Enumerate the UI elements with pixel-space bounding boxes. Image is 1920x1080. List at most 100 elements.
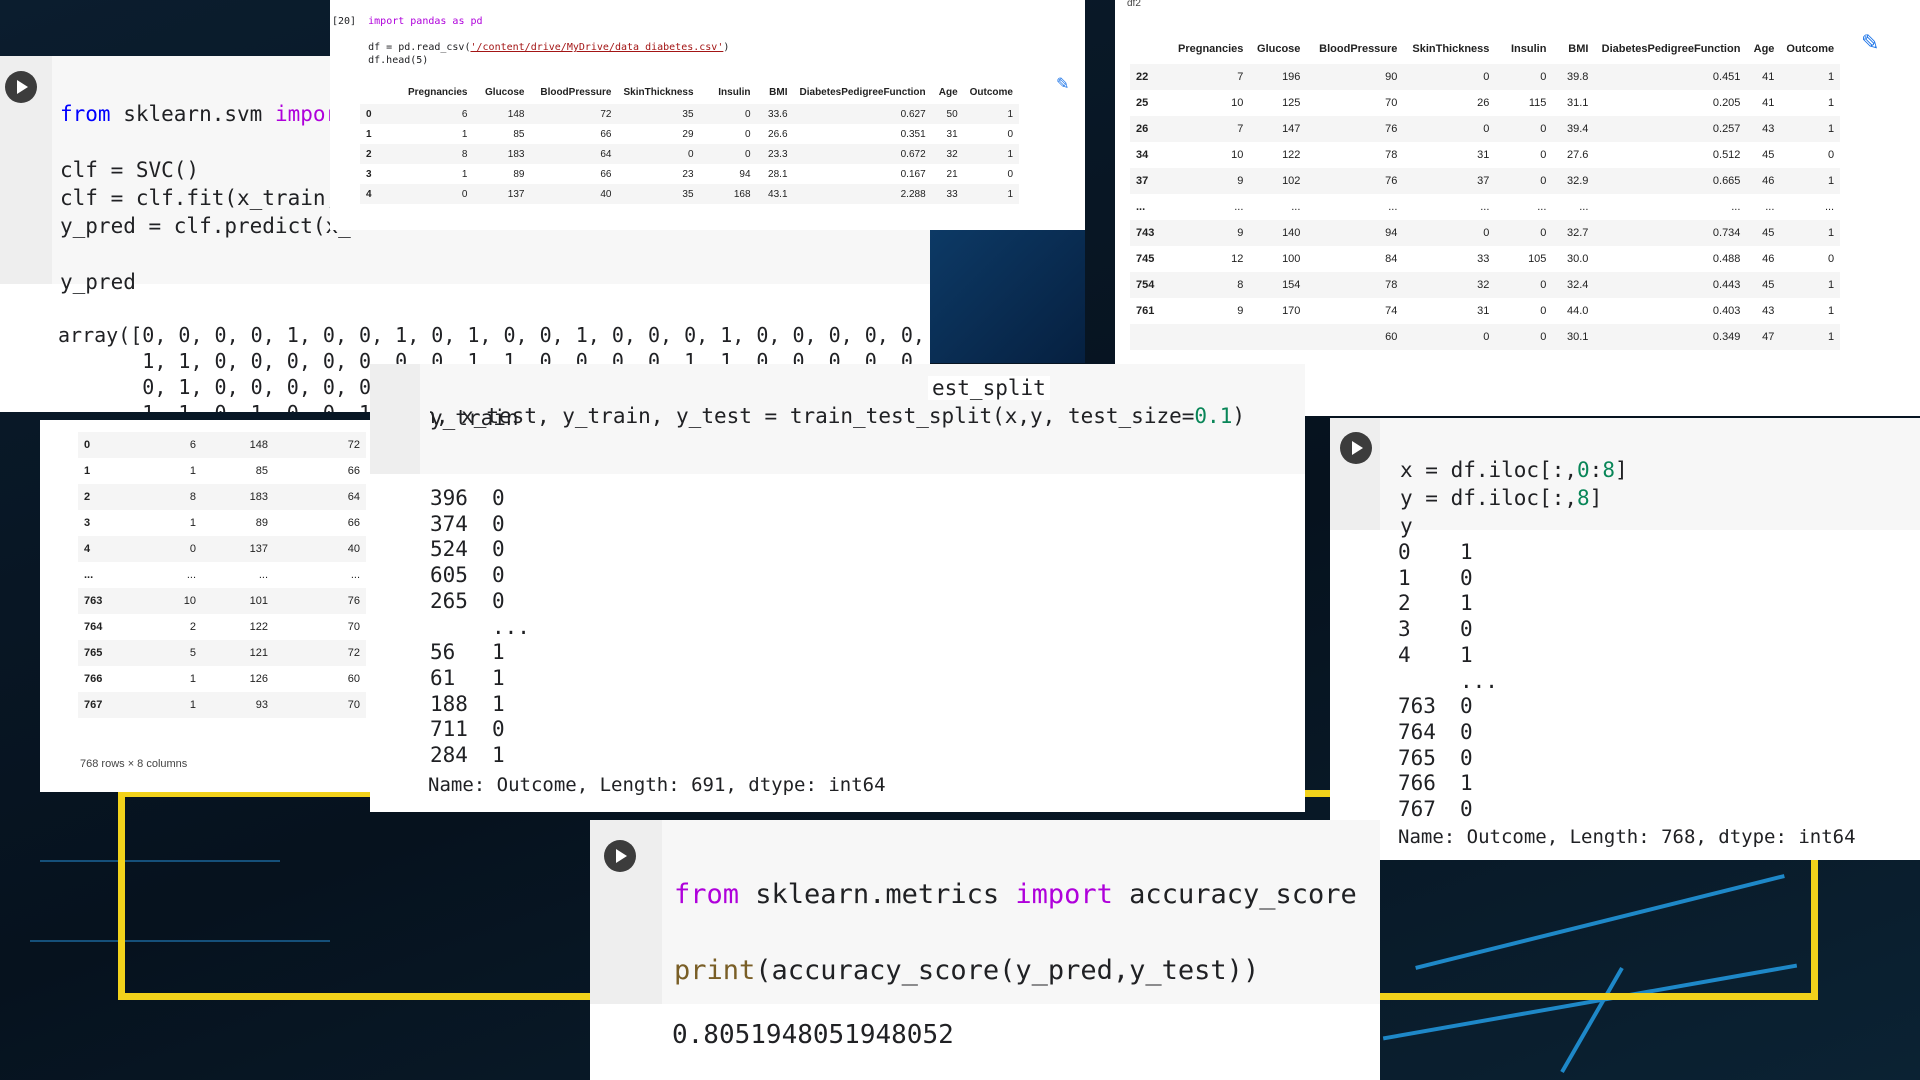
table-cell: 745 [1136, 253, 1155, 265]
run-cell-button[interactable] [604, 840, 636, 872]
column-header: Pregnancies [1178, 43, 1244, 55]
code-line: df = pd.read_csv( [368, 42, 471, 53]
table-cell: 0.257 [1594, 116, 1747, 142]
table-cell: 28.1 [768, 168, 788, 180]
table-row: 34 10 122 78 31 0 27.6 0.512 45 0 [1130, 142, 1840, 168]
table-row: 3 1 89 66 [78, 510, 366, 536]
table-row: 22 7 196 90 0 0 39.8 0.451 41 1 [1130, 64, 1841, 90]
series-value: 0 [492, 486, 505, 510]
series-row: 265 0 [430, 589, 530, 615]
table-cell: 126 [249, 673, 268, 685]
read-csv-code[interactable]: [20] import pandas as pd df = pd.read_cs… [332, 2, 729, 67]
table-cell: 2 [78, 484, 130, 510]
series-row: 01 [1398, 540, 1498, 566]
cell-prompt: [20] [332, 16, 357, 27]
series-value: 0 [492, 537, 505, 562]
series-index: 188 [430, 691, 468, 716]
table-cell: 0 [1403, 64, 1496, 90]
table-cell: 70 [274, 692, 366, 718]
table-cell: 43 [1746, 116, 1781, 142]
table-row: 0 6 148 72 35 0 33.6 0.627 50 1 [360, 104, 1019, 124]
svm-code[interactable]: from sklearn.svm import clf = SVC() clf … [60, 72, 351, 296]
table-cell: 27.6 [1567, 149, 1589, 161]
table-cell: 4 [360, 184, 402, 204]
column-header: Outcome [1786, 43, 1835, 55]
table-cell: 26 [1130, 116, 1172, 142]
table-row: 0 6 148 72 [78, 432, 366, 458]
magic-wand-icon[interactable]: ✎ [1861, 30, 1879, 56]
table-cell: ... [1579, 201, 1589, 213]
table-cell: 3 [84, 517, 91, 529]
table-cell: 44.0 [1567, 305, 1589, 317]
column-header: Age [1753, 43, 1775, 55]
table-cell: 767 [78, 692, 130, 718]
table-cell: 66 [347, 517, 360, 529]
table-cell: 122 [249, 621, 268, 633]
column-header: Glucose [485, 86, 525, 98]
series-row: 605 0 [430, 563, 530, 589]
table-cell: 1 [189, 673, 196, 685]
table-cell: 31 [1477, 305, 1490, 317]
series-index: 766 [1398, 771, 1436, 796]
table-cell: 29 [682, 128, 694, 140]
table-cell: 94 [1306, 220, 1404, 246]
table-cell: 78 [1385, 149, 1398, 161]
table-cell: 754 [1130, 272, 1172, 298]
y-series: 0 1 1 0 2 1 3 0 4 1... 763 0 764 0 765 0 766 1 767 0 [1398, 540, 1498, 823]
column-header: SkinThickness [623, 86, 694, 98]
table-cell: 70 [1385, 97, 1398, 109]
table-cell: 6 [402, 104, 474, 124]
table-cell: 66 [347, 465, 360, 477]
table-cell: 8 [402, 144, 474, 164]
table-cell: 32.4 [1552, 272, 1595, 298]
table-row: 745 12 100 84 33 105 30.0 0.488 46 0 [1130, 246, 1840, 272]
csv-path-link[interactable]: '/content/drive/MyDrive/data diabetes.cs… [470, 42, 723, 53]
table-cell: 22 [1130, 64, 1172, 90]
run-cell-button[interactable] [5, 71, 37, 103]
series-row: 61 1 [430, 666, 530, 692]
table-cell: 1 [1780, 272, 1841, 298]
run-cell-button[interactable] [1340, 432, 1372, 464]
table-cell: 66 [600, 168, 612, 180]
code-line: clf = clf.fit(x_train,y [60, 186, 351, 210]
accuracy-code[interactable]: from sklearn.metrics import accuracy_sco… [674, 838, 1357, 990]
table-cell: 32.9 [1552, 168, 1595, 194]
series-value: 0 [492, 511, 505, 536]
table-row: .............................. [1130, 194, 1840, 220]
table-footer: 768 rows × 8 columns [80, 758, 188, 770]
table-cell: 1 [1780, 324, 1841, 350]
column-header: Pregnancies [408, 86, 468, 98]
table-row: 764 2 122 70 [78, 614, 366, 640]
series-value: 1 [1460, 642, 1473, 667]
table-cell: 0 [1495, 116, 1553, 142]
iloc-code[interactable]: x = df.iloc[:,0:8] y = df.iloc[:,8] y [1400, 428, 1628, 540]
table-cell: 0.488 [1712, 253, 1741, 265]
table-row: 754 8 154 78 32 0 32.4 0.443 45 1 [1130, 272, 1841, 298]
table-cell: 45 [1746, 220, 1781, 246]
table-row: 743 9 140 94 0 0 32.7 0.734 45 1 [1130, 220, 1841, 246]
table-cell: 148 [202, 432, 274, 458]
table-cell: 1 [366, 128, 372, 140]
table-cell: 40 [530, 184, 618, 204]
table-cell: 30.0 [1567, 253, 1589, 265]
table-cell: 0 [1403, 324, 1496, 350]
column-header: DiabetesPedigreeFunction [1601, 43, 1741, 55]
table-cell: 43 [1762, 305, 1775, 317]
table-cell: 8 [1172, 272, 1250, 298]
series-value: 1 [1460, 540, 1473, 564]
table-cell: 33 [1477, 253, 1490, 265]
table-cell: 0 [1827, 253, 1835, 265]
table-cell: 9 [1172, 220, 1250, 246]
code-keyword-from: from [60, 102, 111, 126]
code-line: y_pred [60, 270, 136, 294]
table-cell: 0.351 [900, 128, 926, 140]
table-cell: 766 [84, 673, 103, 685]
table-cell: 148 [473, 104, 531, 124]
table-cell: 125 [1282, 97, 1301, 109]
series-row: 10 [1398, 566, 1498, 592]
series-value: 1 [1460, 591, 1473, 616]
magic-wand-icon[interactable]: ✎ [1056, 74, 1069, 94]
table-cell: 74 [1385, 305, 1398, 317]
series-index: 4 [1398, 642, 1411, 667]
table-cell: 761 [1136, 305, 1155, 317]
